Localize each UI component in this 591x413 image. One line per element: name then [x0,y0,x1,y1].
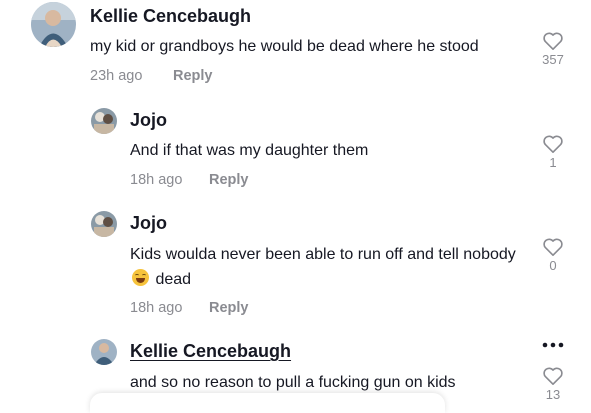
heart-outline-icon [543,135,563,153]
comment-username[interactable]: Jojo [130,110,167,131]
more-options-button[interactable] [541,336,565,354]
comment-username[interactable]: Jojo [130,213,167,234]
comment-text: and so no reason to pull a fucking gun o… [130,374,456,391]
comment-text: And if that was my daughter them [130,142,369,159]
avatar[interactable] [31,2,76,47]
like-count: 0 [549,258,557,273]
comment-text: my kid or grandboys he would be dead whe… [90,38,479,55]
heart-outline-icon [543,238,563,256]
bottom-sheet-edge [90,393,445,413]
heart-outline-icon [543,367,563,385]
comment-timestamp: 18h ago [130,172,183,188]
avatar[interactable] [91,108,117,134]
like-button[interactable]: 13 [533,366,573,402]
comment-text-part: Kids woulda never been able to run off a… [130,246,516,263]
reply-button[interactable]: Reply [209,300,249,316]
like-count: 357 [542,52,564,67]
comment-timestamp: 18h ago [130,300,183,316]
avatar[interactable] [91,339,117,365]
avatar-image [91,211,117,237]
comment-username[interactable]: Kellie Cencebaugh [130,341,291,362]
reply-button[interactable]: Reply [173,68,213,84]
laughing-tears-emoji-icon [132,269,149,286]
avatar-image [91,108,117,134]
comment-text: Kids woulda never been able to run off a… [130,242,520,292]
avatar-image [91,339,117,365]
comment-timestamp: 23h ago [90,68,143,84]
comment-username[interactable]: Kellie Cencebaugh [90,6,251,27]
like-button[interactable]: 0 [533,237,573,273]
heart-outline-icon [543,32,563,50]
comment-text-part: dead [155,271,192,288]
reply-button[interactable]: Reply [209,172,249,188]
like-button[interactable]: 357 [533,31,573,67]
avatar[interactable] [91,211,117,237]
like-button[interactable]: 1 [533,134,573,170]
like-count: 1 [549,155,557,170]
more-horizontal-icon [542,342,564,348]
avatar-image [31,2,76,47]
